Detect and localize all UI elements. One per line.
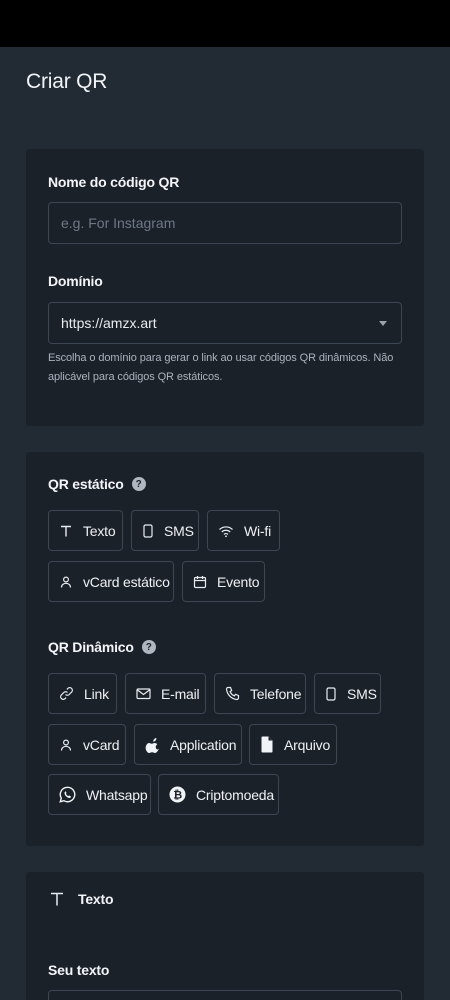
type-label: Evento — [217, 573, 260, 590]
type-button-dynamic-file[interactable]: Arquivo — [249, 724, 337, 765]
dynamic-qr-heading: QR Dinâmico ? — [48, 639, 156, 655]
type-button-static-event[interactable]: Evento — [182, 561, 265, 602]
name-label: Nome do código QR — [48, 174, 180, 190]
user-icon — [59, 573, 73, 591]
qr-settings-card: Nome do código QR e.g. For Instagram Dom… — [26, 149, 424, 426]
type-label: Whatsapp — [86, 786, 148, 803]
type-button-dynamic-vcard[interactable]: vCard — [48, 724, 126, 765]
type-label: SMS — [164, 522, 194, 539]
type-button-dynamic-phone[interactable]: Telefone — [214, 673, 306, 714]
question-icon[interactable]: ? — [141, 640, 156, 654]
bitcoin-icon: ₿ — [169, 786, 186, 804]
qr-type-card: QR estático ? Texto SMS Wi-fi vCard está… — [26, 452, 424, 846]
phone-icon — [325, 685, 337, 703]
qr-name-input[interactable]: e.g. For Instagram — [48, 202, 402, 244]
status-bar — [0, 0, 450, 47]
your-text-input[interactable] — [48, 990, 402, 1000]
type-label: Link — [84, 685, 109, 702]
user-icon — [59, 736, 73, 754]
type-label: SMS — [347, 685, 377, 702]
page-title: Criar QR — [26, 70, 108, 93]
text-icon — [48, 890, 66, 908]
static-qr-title: QR estático — [48, 476, 124, 492]
phone-icon — [142, 522, 154, 540]
svg-text:₿: ₿ — [173, 788, 182, 801]
whatsapp-icon — [59, 786, 76, 804]
domain-label: Domínio — [48, 273, 103, 289]
your-text-label: Seu texto — [48, 962, 110, 978]
type-label: Texto — [83, 522, 116, 539]
type-button-static-vcard[interactable]: vCard estático — [48, 561, 174, 602]
type-label: vCard estático — [83, 573, 170, 590]
type-button-static-sms[interactable]: SMS — [131, 510, 199, 551]
type-label: Application — [170, 736, 237, 753]
domain-help-text: Escolha o domínio para gerar o link ao u… — [48, 352, 394, 383]
link-icon — [59, 685, 74, 703]
apple-icon — [145, 736, 160, 754]
calendar-icon — [193, 573, 207, 591]
type-button-dynamic-whatsapp[interactable]: Whatsapp — [48, 774, 151, 815]
chevron-down-icon — [379, 321, 387, 326]
type-label: E-mail — [161, 685, 200, 702]
type-button-static-wifi[interactable]: Wi-fi — [207, 510, 280, 551]
static-qr-heading: QR estático ? — [48, 476, 146, 492]
text-content-card: Texto Seu texto — [26, 872, 424, 1000]
phone-call-icon — [225, 685, 240, 703]
file-icon — [260, 736, 274, 754]
selected-type-title: Texto — [78, 891, 114, 907]
type-button-dynamic-sms[interactable]: SMS — [314, 673, 381, 714]
domain-select[interactable]: https://amzx.art — [48, 302, 402, 344]
type-button-dynamic-link[interactable]: Link — [48, 673, 117, 714]
type-label: Criptomoeda — [196, 786, 274, 803]
text-icon — [59, 522, 73, 540]
type-button-dynamic-application[interactable]: Application — [134, 724, 242, 765]
question-icon[interactable]: ? — [131, 477, 146, 491]
type-label: Arquivo — [284, 736, 331, 753]
type-label: Wi-fi — [244, 522, 271, 539]
selected-type-heading: Texto — [48, 890, 114, 908]
dynamic-qr-title: QR Dinâmico — [48, 639, 134, 655]
type-label: Telefone — [250, 685, 302, 702]
type-label: vCard — [83, 736, 120, 753]
type-button-dynamic-email[interactable]: E-mail — [125, 673, 206, 714]
domain-value: https://amzx.art — [61, 315, 157, 331]
wifi-icon — [218, 522, 234, 540]
type-button-static-text[interactable]: Texto — [48, 510, 123, 551]
qr-name-placeholder: e.g. For Instagram — [61, 215, 176, 231]
type-button-dynamic-crypto[interactable]: ₿ Criptomoeda — [158, 774, 279, 815]
mail-icon — [136, 685, 151, 703]
